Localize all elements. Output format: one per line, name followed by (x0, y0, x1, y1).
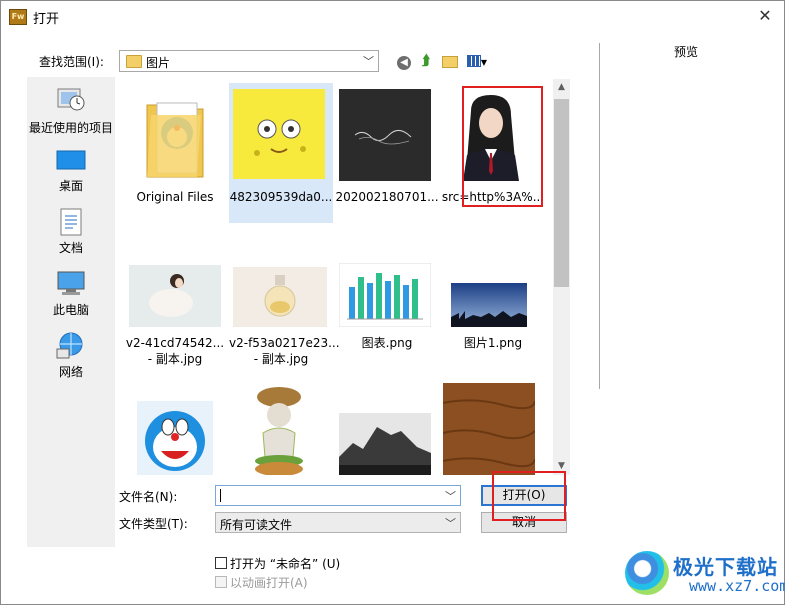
dialog-title: 打开 (33, 12, 60, 27)
new-folder-button[interactable] (440, 52, 460, 70)
file-thumbnail (233, 383, 325, 475)
place-label: 网络 (58, 365, 83, 379)
place-label: 此电脑 (52, 303, 89, 317)
open-untitled-checkbox[interactable] (215, 557, 227, 569)
filetype-value: 所有可读文件 (220, 518, 293, 532)
filetype-label: 文件类型(T): (119, 517, 188, 531)
file-thumbnail (129, 265, 221, 327)
new-folder-icon (442, 56, 458, 68)
chevron-down-icon: ﹀ (445, 517, 456, 530)
file-item-cat-burger[interactable] (229, 379, 333, 475)
file-thumbnail (233, 89, 325, 179)
file-name: 482309539da0... (229, 190, 333, 204)
text-cursor (220, 489, 221, 502)
folder-icon (146, 102, 204, 178)
file-list[interactable]: Original Files 482309539da0... 202002180… (119, 79, 571, 475)
filetype-dropdown[interactable]: 所有可读文件 ﹀ (215, 512, 461, 533)
places-bar: 最近使用的项目 桌面 文档 此电脑 网络 (27, 77, 115, 547)
place-label: 文档 (58, 241, 83, 255)
folder-icon (126, 55, 142, 68)
recent-items-icon (57, 88, 85, 111)
file-name-line2: - 副本.jpg (253, 352, 309, 366)
place-label: 桌面 (58, 179, 83, 193)
scroll-up-icon[interactable]: ▲ (553, 79, 570, 96)
close-button[interactable]: ✕ (746, 1, 784, 31)
preview-label: 预览 (674, 45, 699, 59)
place-desktop[interactable]: 桌面 (27, 145, 115, 197)
file-name-line2: - 副本.jpg (147, 352, 203, 366)
file-item-leather[interactable] (441, 379, 545, 475)
file-item-dark-text[interactable]: 202002180701... (335, 83, 439, 223)
open-file-dialog: Fw 打开 ✕ 查找范围(I): 图片 ﹀ ◀ ⮭ ▼ 预览 最近使用的项目 桌… (0, 0, 785, 605)
back-icon: ◀ (397, 56, 411, 70)
lookin-value: 图片 (146, 56, 171, 70)
file-thumbnail (339, 89, 431, 181)
scroll-thumb[interactable] (554, 99, 569, 287)
file-item-spongebob[interactable]: 482309539da0... (229, 83, 333, 223)
place-this-pc[interactable]: 此电脑 (27, 269, 115, 321)
file-item-original-files[interactable]: Original Files (123, 83, 227, 223)
watermark-logo-icon (625, 551, 669, 595)
lookin-label: 查找范围(I): (39, 55, 104, 69)
fireworks-app-icon: Fw (9, 9, 27, 25)
view-menu-icon (466, 55, 481, 67)
back-button[interactable]: ◀ (395, 52, 413, 70)
file-list-scrollbar[interactable]: ▲ ▼ (553, 79, 570, 475)
file-name: 图片1.png (463, 336, 523, 350)
file-thumbnail (443, 383, 535, 475)
file-thumbnail (233, 267, 327, 327)
file-name: v2-f53a0217e23... (229, 336, 340, 350)
file-thumbnail (137, 401, 213, 475)
highlight-box (462, 86, 543, 207)
preview-divider (599, 43, 600, 389)
this-pc-icon (57, 271, 85, 295)
documents-icon (60, 208, 82, 236)
site-watermark: 极光下载站 www.xz7.com (623, 547, 785, 603)
filename-input[interactable]: ﹀ (215, 485, 461, 506)
desktop-icon (56, 150, 86, 170)
file-name: v2-41cd74542... (125, 336, 225, 350)
file-name: 202002180701... (335, 190, 439, 204)
filename-label: 文件名(N): (119, 490, 178, 504)
place-label: 最近使用的项目 (28, 121, 113, 135)
open-untitled-label: 打开为 “未命名” (U) (230, 557, 341, 571)
title-bar: Fw 打开 ✕ (1, 1, 784, 31)
file-thumbnail (451, 283, 527, 327)
chevron-down-icon[interactable]: ﹀ (445, 488, 456, 504)
file-thumbnail (339, 263, 431, 327)
file-name: 图表.png (361, 336, 413, 350)
watermark-url: www.xz7.com (689, 577, 785, 595)
up-folder-icon: ⮭ (421, 53, 431, 69)
file-thumbnail (339, 413, 431, 475)
file-name: Original Files (136, 190, 214, 204)
chevron-down-icon: ﹀ (363, 55, 374, 68)
lookin-dropdown[interactable]: 图片 ﹀ (119, 50, 379, 72)
open-as-animation-label: 以动画打开(A) (230, 576, 308, 590)
file-item-doraemon[interactable] (123, 379, 227, 475)
watermark-title: 极光下载站 (673, 555, 778, 579)
place-network[interactable]: 网络 (27, 331, 115, 383)
place-recent[interactable]: 最近使用的项目 (27, 81, 115, 137)
file-item-rock-landscape[interactable] (335, 379, 439, 475)
highlight-box (492, 471, 566, 521)
open-as-animation-checkbox[interactable] (215, 576, 227, 588)
network-icon (56, 332, 83, 359)
up-folder-button[interactable]: ⮭ (417, 52, 435, 70)
view-menu-button[interactable]: ▼ (464, 52, 490, 70)
place-documents[interactable]: 文档 (27, 207, 115, 259)
